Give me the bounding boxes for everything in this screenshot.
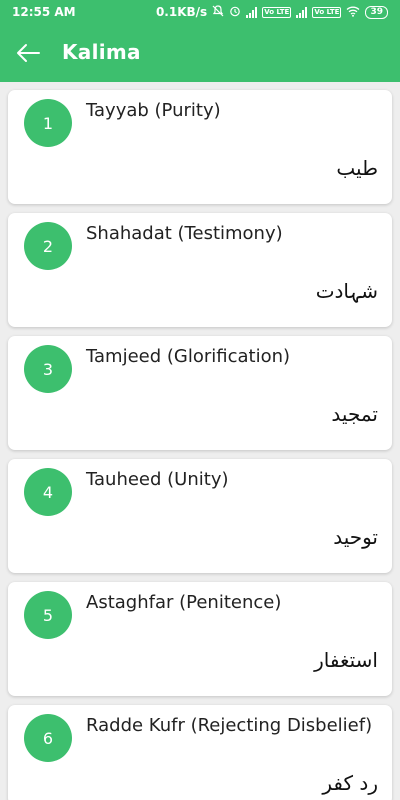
app-bar: 12:55 AM 0.1KB/s Vo LTE Vo LTE 39 Kalima (0, 0, 400, 82)
kalima-title: Astaghfar (Penitence) (86, 592, 282, 613)
kalima-number-badge: 3 (24, 345, 72, 393)
kalima-card-4[interactable]: 4 Tauheed (Unity) توحید (8, 459, 392, 573)
kalima-urdu-name: رد کفر (322, 771, 378, 795)
alarm-icon (229, 5, 241, 20)
signal-icon-1 (246, 6, 258, 18)
kalima-title: Tamjeed (Glorification) (86, 346, 291, 367)
kalima-card-2[interactable]: 2 Shahadat (Testimony) شہادت (8, 213, 392, 327)
kalima-title: Shahadat (Testimony) (86, 223, 283, 244)
kalima-number-badge: 1 (24, 99, 72, 147)
network-speed: 0.1KB/s (155, 5, 208, 19)
kalima-urdu-name: طیب (336, 156, 378, 180)
wifi-icon (346, 5, 360, 20)
kalima-card-1[interactable]: 1 Tayyab (Purity) طیب (8, 90, 392, 204)
kalima-number-badge: 5 (24, 591, 72, 639)
kalima-urdu-name: توحید (333, 525, 378, 549)
kalima-urdu-name: استغفار (314, 648, 378, 672)
kalima-card-3[interactable]: 3 Tamjeed (Glorification) تمجید (8, 336, 392, 450)
kalima-title: Tayyab (Purity) (86, 100, 221, 121)
status-icons: 0.1KB/s Vo LTE Vo LTE 39 (155, 4, 388, 20)
kalima-number-badge: 2 (24, 222, 72, 270)
arrow-left-icon (17, 44, 40, 62)
status-time: 12:55 AM (12, 5, 76, 19)
volte-badge-1: Vo LTE (262, 6, 292, 18)
kalima-urdu-name: شہادت (315, 279, 378, 303)
status-bar: 12:55 AM 0.1KB/s Vo LTE Vo LTE 39 (0, 0, 400, 24)
kalima-card-6[interactable]: 6 Radde Kufr (Rejecting Disbelief) رد کف… (8, 705, 392, 800)
page-title: Kalima (62, 40, 141, 64)
kalima-urdu-name: تمجید (331, 402, 378, 426)
kalima-title: Radde Kufr (Rejecting Disbelief) (86, 715, 373, 736)
kalima-number-badge: 4 (24, 468, 72, 516)
battery-icon: 39 (365, 5, 388, 19)
kalima-number-badge: 6 (24, 714, 72, 762)
signal-icon-2 (296, 6, 308, 18)
volte-badge-2: Vo LTE (312, 6, 342, 18)
back-button[interactable] (14, 40, 42, 66)
kalima-card-5[interactable]: 5 Astaghfar (Penitence) استغفار (8, 582, 392, 696)
toolbar: Kalima (0, 24, 400, 82)
mute-icon (212, 4, 224, 20)
kalima-title: Tauheed (Unity) (86, 469, 229, 490)
